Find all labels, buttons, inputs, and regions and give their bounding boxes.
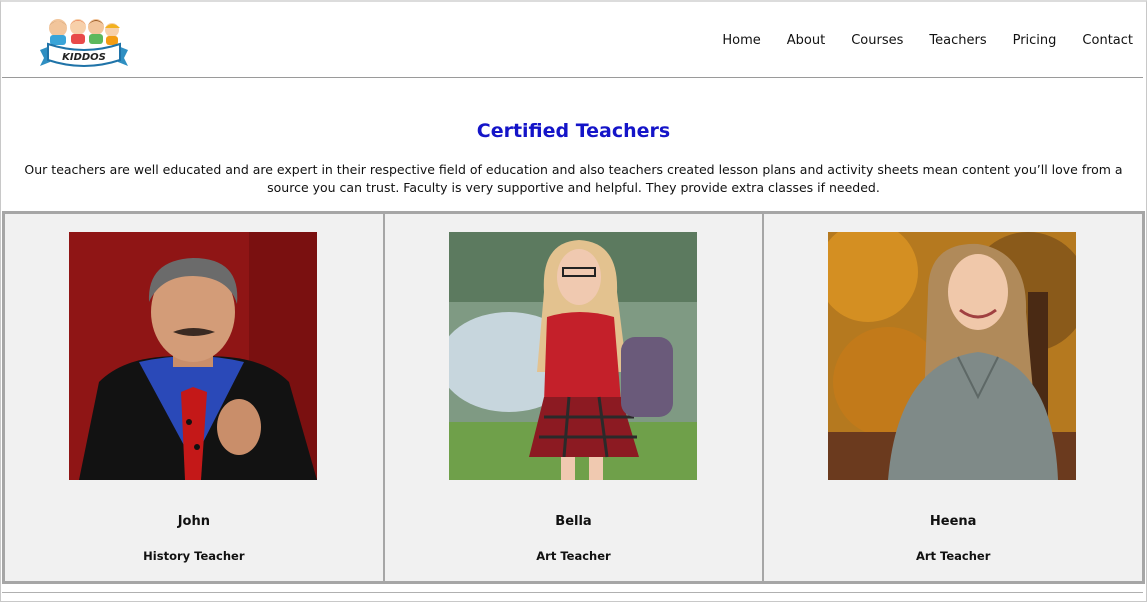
teacher-photo <box>828 232 1077 480</box>
teacher-card-bella: Bella Art Teacher <box>384 214 765 581</box>
teacher-cards: John History Teacher Bella Art Teacher H… <box>2 211 1145 584</box>
teacher-name: Bella <box>555 514 592 529</box>
site-header: KIDDOS Home About Courses Teachers Prici… <box>2 2 1143 78</box>
teacher-card-heena: Heena Art Teacher <box>764 214 1143 581</box>
nav-courses[interactable]: Courses <box>851 33 903 48</box>
teacher-name: Heena <box>929 514 977 529</box>
teacher-role: Art Teacher <box>536 549 611 563</box>
footer-divider <box>2 592 1143 593</box>
nav-pricing[interactable]: Pricing <box>1013 33 1057 48</box>
section-intro: Our teachers are well educated and are e… <box>24 162 1123 195</box>
teacher-photo <box>69 232 317 480</box>
teacher-card-john: John History Teacher <box>5 214 385 581</box>
teacher-role: History Teacher <box>143 549 245 563</box>
teacher-name: John <box>177 514 210 529</box>
nav-about[interactable]: About <box>787 33 825 48</box>
kiddos-logo[interactable]: KIDDOS <box>36 16 132 70</box>
nav-home[interactable]: Home <box>722 33 760 48</box>
nav-teachers[interactable]: Teachers <box>929 33 986 48</box>
nav-contact[interactable]: Contact <box>1082 33 1133 48</box>
teacher-photo <box>448 232 697 480</box>
teacher-role: Art Teacher <box>915 549 991 563</box>
logo-text: KIDDOS <box>62 52 106 63</box>
section-title: Certified Teachers <box>476 120 671 142</box>
main-nav: Home About Courses Teachers Pricing Cont… <box>696 33 1133 48</box>
